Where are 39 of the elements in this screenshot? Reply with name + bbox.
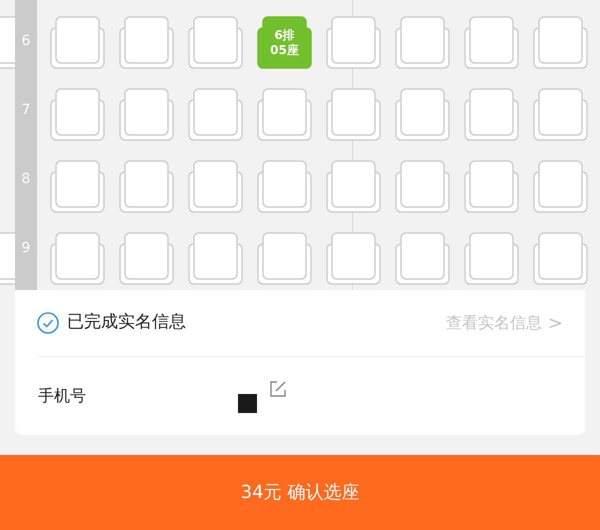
verification-status: 已完成实名信息 [67,311,186,334]
seat[interactable] [257,158,312,216]
seat[interactable] [119,230,174,288]
seat[interactable] [50,86,105,144]
seat[interactable] [395,86,450,144]
seat[interactable] [0,230,15,288]
seat[interactable] [188,230,243,288]
seat[interactable] [50,14,105,72]
seat[interactable] [257,86,312,144]
seat[interactable] [464,158,519,216]
seat[interactable] [326,14,381,72]
seat[interactable] [395,14,450,72]
phone-label: 手机号 [38,385,87,407]
seat[interactable] [188,86,243,144]
seat[interactable] [326,158,381,216]
edit-icon[interactable] [269,380,287,398]
seat[interactable] [464,230,519,288]
seat[interactable] [119,86,174,144]
seat[interactable] [119,158,174,216]
seat[interactable] [119,14,174,72]
seat[interactable] [326,86,381,144]
seat[interactable] [395,158,450,216]
seat[interactable] [50,158,105,216]
seat[interactable] [464,86,519,144]
seat[interactable] [533,14,588,72]
seat[interactable] [464,14,519,72]
seat[interactable] [533,86,588,144]
seat[interactable] [188,14,243,72]
seat[interactable] [257,230,312,288]
seat[interactable] [0,14,15,72]
seat[interactable] [533,158,588,216]
chevron-icon: > [548,310,563,336]
view-real-name-link[interactable]: 查看实名信息 [446,311,542,335]
seat[interactable] [50,230,105,288]
seat[interactable] [326,230,381,288]
seat[interactable] [533,230,588,288]
seat[interactable] [395,230,450,288]
seat[interactable] [188,158,243,216]
confirm-seat-button[interactable]: 34元 确认选座 [0,455,600,530]
